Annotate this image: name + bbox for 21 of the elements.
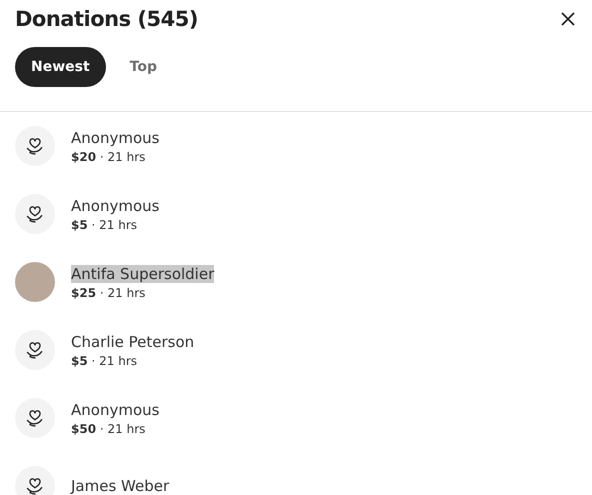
- donor-name: Antifa Supersoldier: [71, 264, 214, 282]
- sort-tab[interactable]: Top: [114, 47, 174, 87]
- sort-tab[interactable]: Newest: [15, 47, 106, 87]
- heart-hand-icon: [25, 476, 45, 495]
- heart-hand-icon: [25, 340, 45, 360]
- heart-hand-icon: [25, 204, 45, 224]
- dialog-title: Donations (545): [15, 7, 198, 31]
- donor-name: Anonymous: [71, 128, 160, 146]
- donor-name: Charlie Peterson: [71, 332, 194, 350]
- donation-detail: $5 · 21 hrs: [71, 218, 138, 232]
- heart-hand-icon: [25, 136, 45, 156]
- donor-name: Anonymous: [71, 400, 160, 418]
- donor-name: James Weber: [71, 477, 170, 495]
- donor-name: Anonymous: [71, 196, 160, 214]
- donation-detail: $20 · 21 hrs: [71, 150, 146, 164]
- avatar-photo-placeholder: [15, 262, 55, 302]
- heart-hand-icon: [25, 408, 45, 428]
- donation-detail: $25 · 21 hrs: [71, 286, 146, 300]
- donation-detail: $50 · 21 hrs: [71, 422, 146, 436]
- donation-detail: $5 · 21 hrs: [71, 354, 138, 368]
- close-icon: [560, 11, 576, 27]
